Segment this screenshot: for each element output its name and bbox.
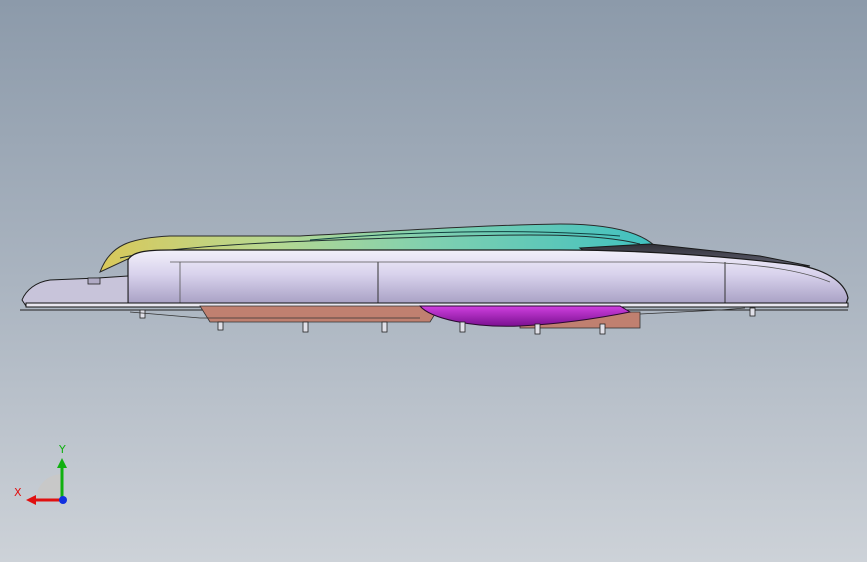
y-axis-label: Y (58, 443, 66, 456)
y-axis-arrow-icon (57, 458, 67, 468)
triad-plane-icon (36, 474, 62, 500)
x-axis-arrow-icon (26, 495, 36, 505)
reference-triad: X Y (14, 443, 67, 505)
x-axis-label: X (14, 486, 22, 499)
z-axis-icon (59, 496, 67, 504)
graphics-viewport[interactable]: X Y (0, 0, 867, 562)
